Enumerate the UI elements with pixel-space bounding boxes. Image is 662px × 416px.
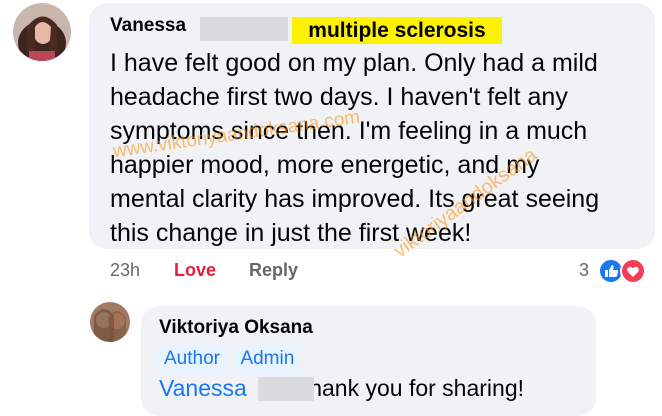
redacted-surname xyxy=(200,17,288,41)
redacted-mention-surname xyxy=(258,377,314,401)
reply-text: thank you for sharing! xyxy=(302,375,524,401)
admin-badge: Admin xyxy=(234,345,301,373)
mention-link[interactable]: Vanessa xyxy=(159,375,247,401)
reply-button[interactable]: Reply xyxy=(249,260,298,281)
comment-timestamp[interactable]: 23h xyxy=(110,260,140,281)
love-reaction-button[interactable]: Love xyxy=(174,260,216,281)
author-badges: Author Admin xyxy=(158,345,304,373)
love-icon xyxy=(620,258,646,284)
reaction-icons[interactable] xyxy=(597,257,657,285)
condition-tag: multiple sclerosis xyxy=(292,17,502,44)
commenter-avatar[interactable] xyxy=(13,3,71,61)
reaction-count[interactable]: 3 xyxy=(579,260,589,281)
comment-text: I have felt good on my plan. Only had a … xyxy=(110,49,600,247)
reply-author-avatar[interactable] xyxy=(90,302,130,342)
author-badge: Author xyxy=(158,345,226,373)
like-icon xyxy=(598,258,624,284)
reply-author-name[interactable]: Viktoriya Oksana xyxy=(159,317,313,339)
comment-author-name[interactable]: Vanessa xyxy=(110,15,186,37)
reply-text-line: Vanessa thank you for sharing! xyxy=(159,375,524,402)
